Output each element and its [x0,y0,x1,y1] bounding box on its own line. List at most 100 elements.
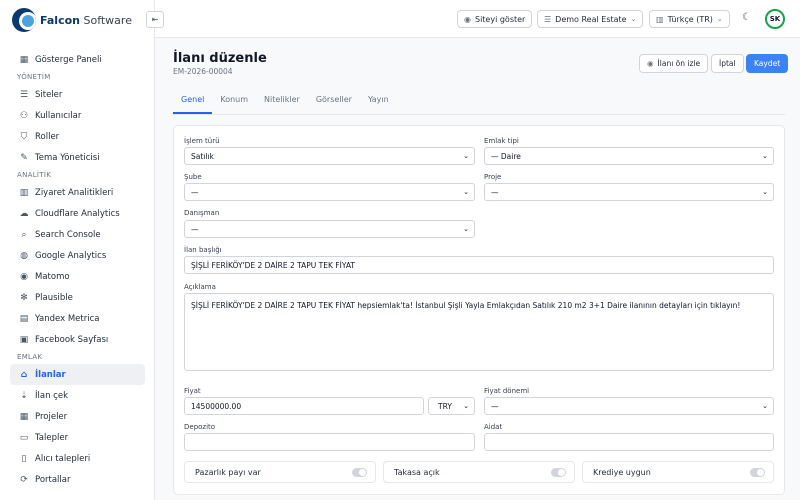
view-site-button[interactable]: ◉ Siteyi göster [457,10,533,28]
tab[interactable]: Konum [212,90,256,114]
aidat-input[interactable] [484,433,774,451]
ilan-basligi-input[interactable]: ŞİŞLİ FERİKÖY'DE 2 DAİRE 2 TAPU TEK FİYA… [184,256,774,274]
sidebar-item[interactable]: ⟳ Portallar [0,469,145,490]
sube-value: — [191,187,199,197]
language-select[interactable]: ▥ Türkçe (TR) ⌄ [649,10,730,28]
takas-switch[interactable] [551,468,566,477]
sidebar-item-label: İlan çek [35,390,68,401]
sidebar-item[interactable]: ◍ Google Analytics [0,245,145,266]
matomo-icon: ◉ [20,271,28,282]
fiyat-input[interactable]: 14500000.00 [184,397,424,415]
sidebar-item[interactable]: ⌕ Search Console [0,224,145,245]
site-select[interactable]: ☰ Demo Real Estate ⌄ [537,10,644,28]
sidebar-item-label: İlanlar [35,369,66,380]
chevron-down-icon: ⌄ [762,188,768,196]
chevron-down-icon: ⌄ [716,15,723,23]
sidebar-item-label: Roller [35,131,60,142]
sidebar-item[interactable]: ⛉ Roller [0,126,145,147]
chevron-down-icon: ⌄ [463,225,469,233]
brand-logo[interactable]: Falcon Software [12,7,132,33]
emlak-tipi-select[interactable]: — Daire ⌄ [484,147,774,165]
sidebar-item-label: Talepler [35,432,69,443]
toggle-kredi[interactable]: Krediye uygun [582,461,774,483]
chevron-down-icon: ⌄ [762,152,768,160]
sube-select[interactable]: — ⌄ [184,183,475,201]
sidebar-item[interactable]: ▤ Yandex Metrica [0,308,145,329]
sidebar-item[interactable]: ⌂ İlanlar [10,364,145,385]
aciklama-textarea[interactable]: ŞİŞLİ FERİKÖY'DE 2 DAİRE 2 TAPU TEK FİYA… [184,293,774,371]
sidebar-item[interactable]: ⇣ İlan çek [0,385,145,406]
search-icon: ⌕ [21,229,27,240]
depozito-input[interactable] [184,433,475,451]
sidebar-item-label: Search Console [35,229,101,240]
tab[interactable]: Yayın [360,90,397,114]
sidebar-item[interactable]: ✎ Tema Yöneticisi [0,147,145,168]
sidebar-item-label: Projeler [35,411,68,422]
tab[interactable]: Genel [173,90,213,114]
building-icon: ▦ [19,411,29,422]
sube-label: Şube [184,173,202,181]
sidebar-item[interactable]: ⚇ Kullanıcılar [0,105,145,126]
danisman-select[interactable]: — ⌄ [184,220,475,238]
tabs: Genel Konum Nitelikler Görseller Yayın [173,90,397,114]
islem-turu-value: Satılık [191,151,214,161]
eye-icon: ◉ [464,14,471,24]
toggle-pazarlik-label: Pazarlık payı var [195,467,261,477]
cancel-button[interactable]: İptal [711,54,744,73]
sidebar-item[interactable]: ☁ Cloudflare Analytics [0,203,145,224]
tab[interactable]: Nitelikler [256,90,308,114]
avatar[interactable]: SK [765,9,785,29]
collapse-sidebar-button[interactable]: ⇤ [146,11,164,28]
sidebar-item-label: Ziyaret Analitikleri [35,187,114,198]
islem-turu-select[interactable]: Satılık ⌄ [184,147,475,165]
page-title: İlanı düzenle [173,51,267,66]
chart-icon: ▥ [19,187,29,198]
depozito-label: Depozito [184,423,216,431]
sidebar-item[interactable]: ◉ Matomo [0,266,145,287]
save-button[interactable]: Kaydet [746,54,789,73]
site-select-value: Demo Real Estate [555,14,627,24]
dashboard-icon: ▦ [19,54,29,65]
sidebar-item[interactable]: ▦ Gösterge Paneli [0,49,145,70]
toggle-takas-label: Takasa açık [394,467,440,477]
sidebar-item-label: Gösterge Paneli [35,54,102,65]
sidebar-item-label: Facebook Sayfası [35,334,109,345]
preview-button[interactable]: ◉ İlanı ön izle [639,54,709,73]
sidebar-item[interactable]: ▯ Alıcı talepleri [0,448,145,469]
sidebar-item-label: Alıcı talepleri [35,453,91,464]
pazarlik-switch[interactable] [352,468,367,477]
moon-icon: ☾ [742,12,751,23]
topbar: ⇤ ◉ Siteyi göster ☰ Demo Real Estate ⌄ ▥… [146,0,800,38]
sidebar-item[interactable]: ✻ Plausible [0,287,145,308]
islem-turu-label: İşlem türü [184,137,220,145]
currency-select[interactable]: TRY ⌄ [428,397,475,415]
aciklama-label: Açıklama [184,283,216,291]
sidebar-collapse-icon: ⇤ [151,15,159,24]
sidebar-item[interactable]: ▦ Projeler [0,406,145,427]
sidebar-item[interactable]: ▭ Talepler [0,427,145,448]
proje-select[interactable]: — ⌄ [484,183,774,201]
proje-label: Proje [484,173,502,181]
emlak-tipi-value: — Daire [491,151,521,161]
tab[interactable]: Görseller [308,90,360,114]
chevron-down-icon: ⌄ [463,152,469,160]
sidebar-item[interactable]: ☰ Siteler [0,84,145,105]
doc-icon: ▯ [21,453,27,464]
fiyat-donemi-select[interactable]: — ⌄ [484,397,774,415]
aidat-label: Aidat [484,423,503,431]
sidebar-item-label: Kullanıcılar [35,110,82,121]
language-icon: ▥ [656,14,664,24]
toggle-takas[interactable]: Takasa açık [383,461,575,483]
tabs-divider [173,114,785,115]
toggle-pazarlik[interactable]: Pazarlık payı var [184,461,376,483]
globe-icon: ◍ [20,250,28,261]
toggle-kredi-label: Krediye uygun [593,467,651,477]
sidebar-item[interactable]: ▣ Facebook Sayfası [0,329,145,350]
sidebar-item-label: Tema Yöneticisi [35,152,100,163]
view-site-label: Siteyi göster [474,14,526,24]
brand-name: Falcon Software [40,13,132,27]
sidebar-item[interactable]: ▥ Ziyaret Analitikleri [0,182,145,203]
kredi-switch[interactable] [750,468,765,477]
dark-mode-toggle[interactable]: ☾ [742,12,751,23]
sidebar-item-label: Portallar [35,474,71,485]
